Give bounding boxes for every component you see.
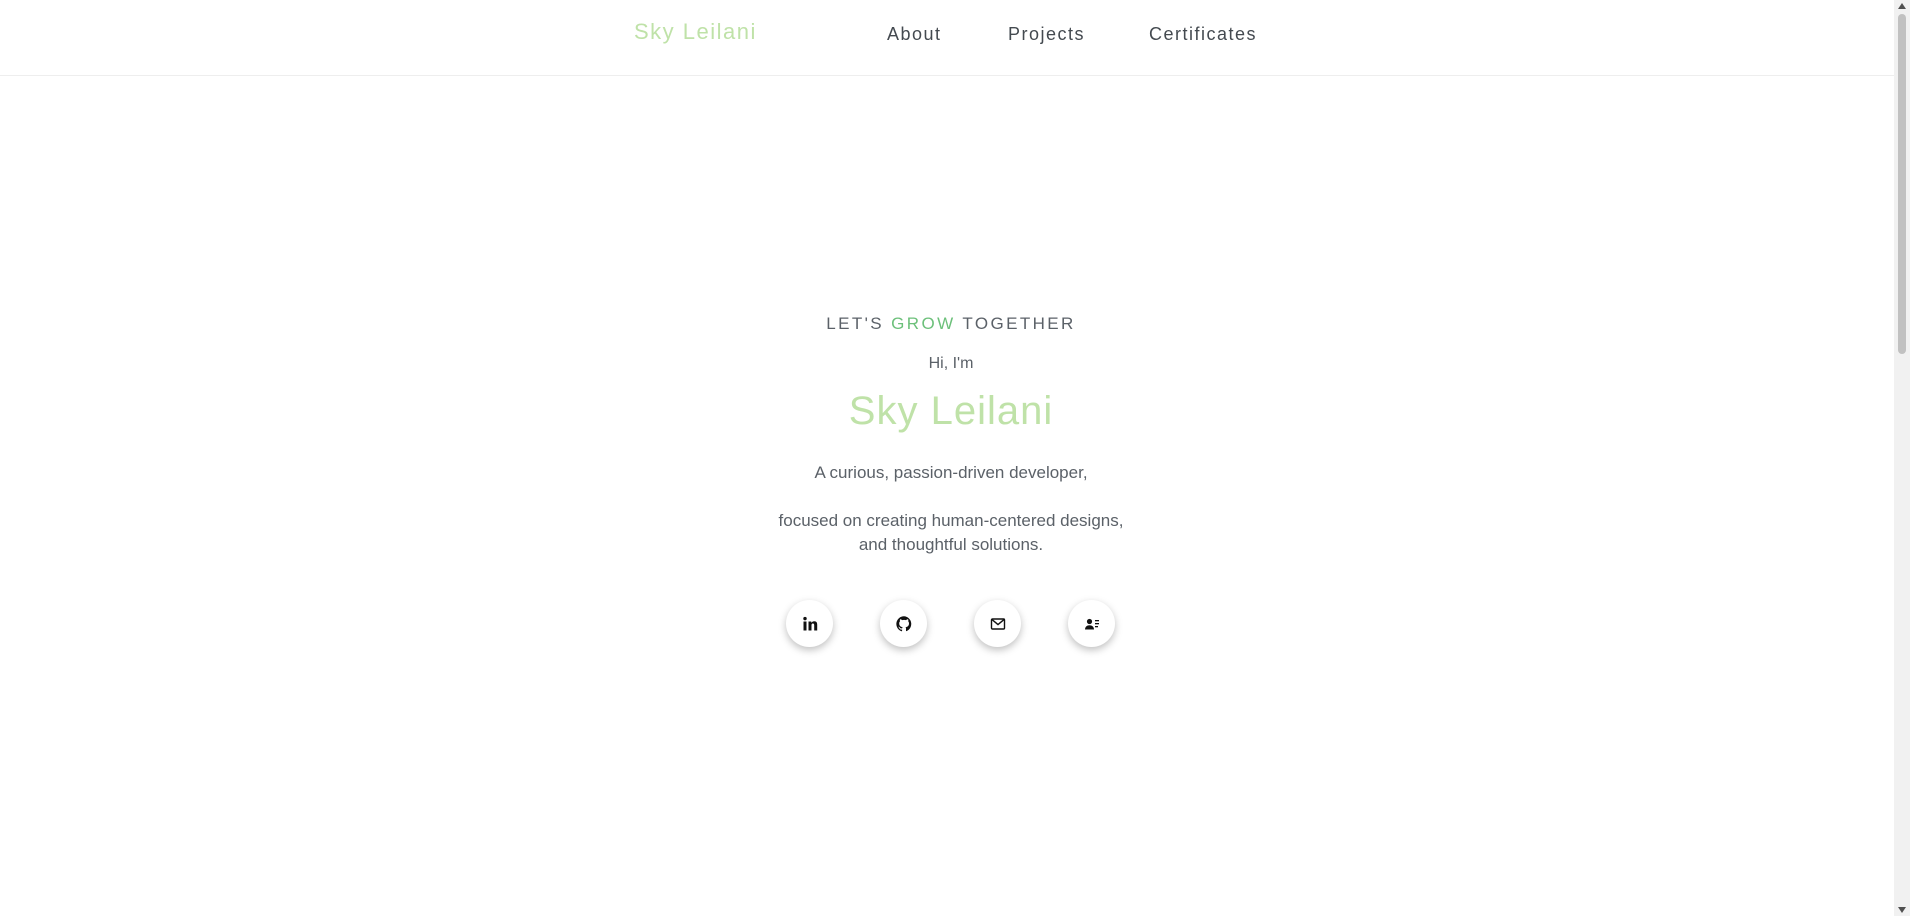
scroll-up-arrow-icon[interactable] [1898,3,1906,9]
hero-description-line-1: A curious, passion-driven developer, [814,463,1088,482]
site-header: Sky Leilani About Projects Certificates [0,0,1894,76]
scrollbar-thumb[interactable] [1898,14,1906,354]
github-icon [895,615,911,631]
contact-card-icon [1084,618,1099,629]
page: Sky Leilani About Projects Certificates … [0,0,1910,916]
scroll-down-arrow-icon[interactable] [1898,907,1906,913]
linkedin-button[interactable] [786,600,833,647]
hero-description-line-2: focused on creating human-centered desig… [778,511,1124,530]
vertical-scrollbar[interactable] [1894,0,1910,916]
hero-name: Sky Leilani [848,389,1054,433]
nav-link-about[interactable]: About [887,24,942,45]
tagline-accent: GROW [891,314,956,333]
github-button[interactable] [880,600,927,647]
linkedin-icon [802,616,817,630]
hero-tagline: LET'S GROW TOGETHER [0,314,1902,334]
tagline-prefix: LET'S [826,314,892,333]
hero-greeting: Hi, I'm [928,355,974,372]
nav-link-projects[interactable]: Projects [1008,24,1085,45]
tagline-suffix: TOGETHER [955,314,1076,333]
email-icon [990,617,1005,630]
brand-logo-text[interactable]: Sky Leilani [634,19,757,45]
nav-link-certificates[interactable]: Certificates [1149,24,1257,45]
contact-button[interactable] [1068,600,1115,647]
hero-description-line-3: and thoughtful solutions. [858,535,1044,554]
email-button[interactable] [974,600,1021,647]
